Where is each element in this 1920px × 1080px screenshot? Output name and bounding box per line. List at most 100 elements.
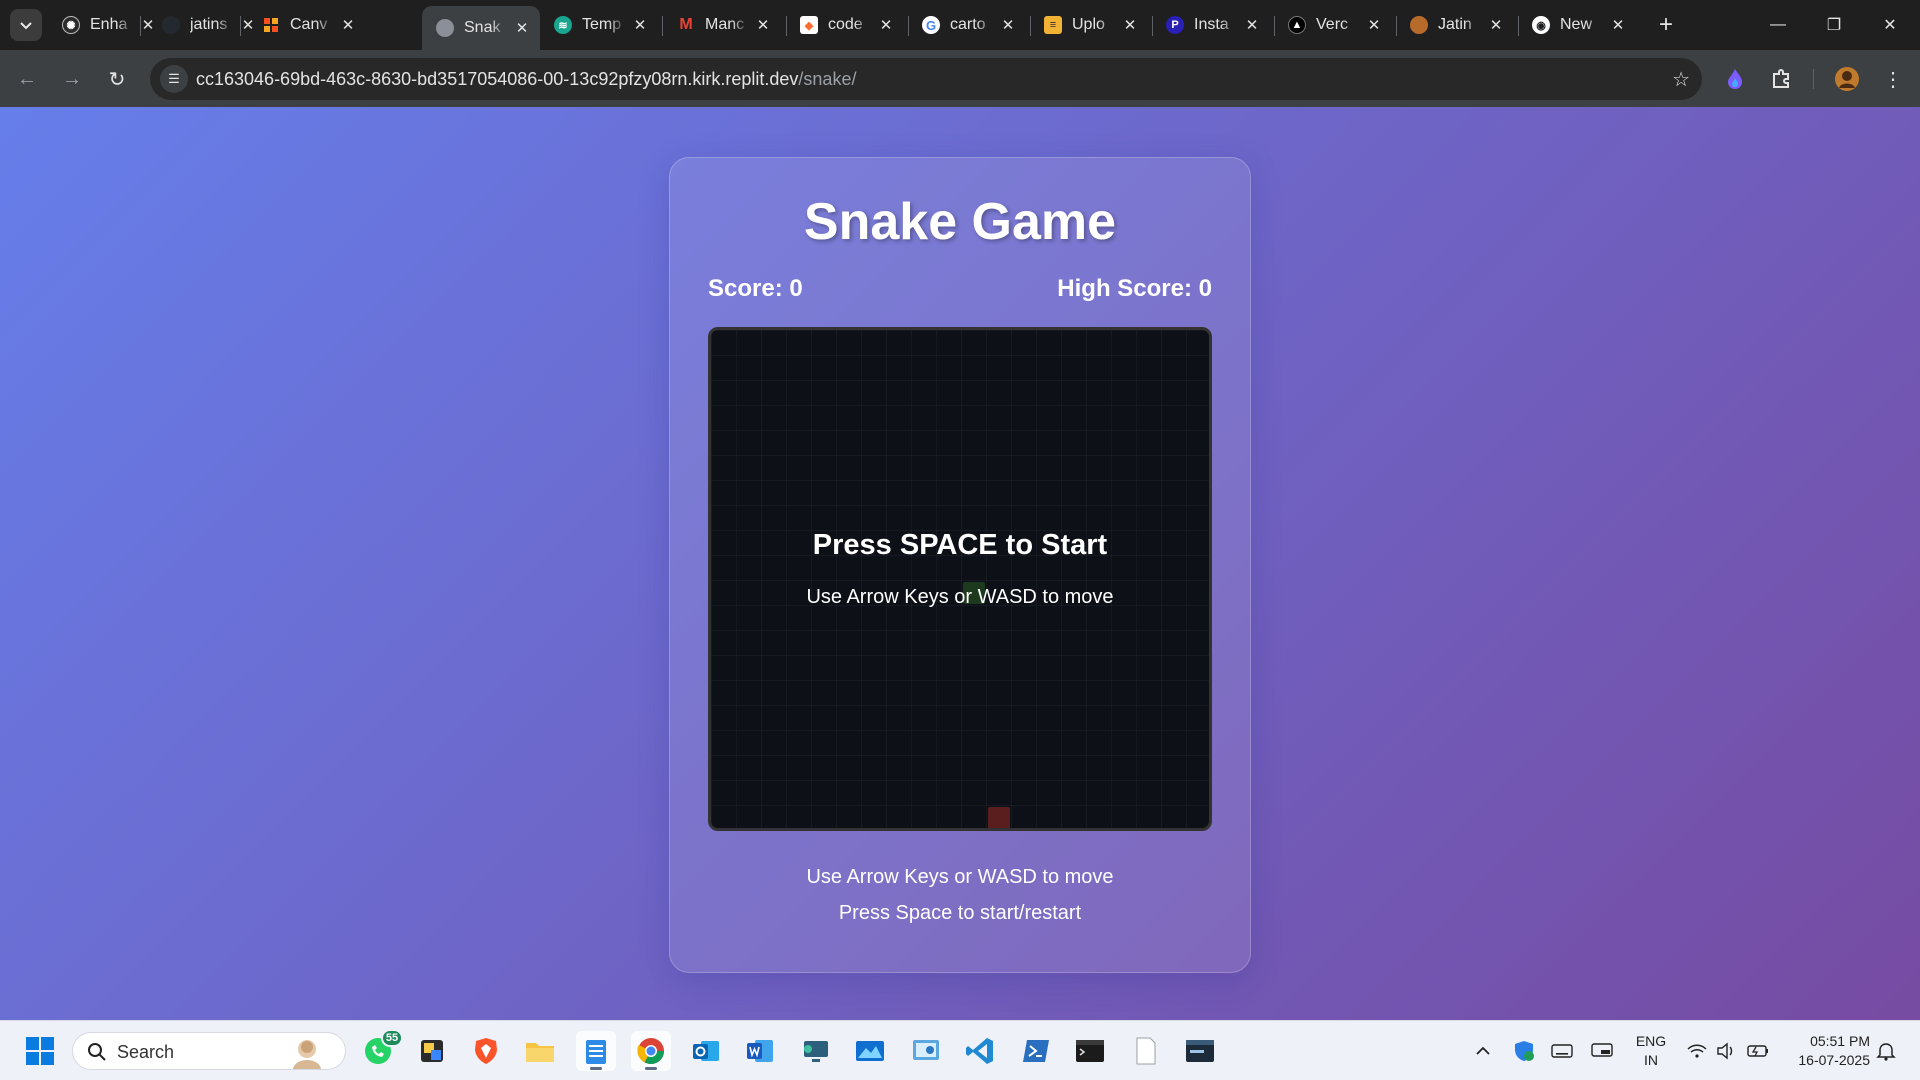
- close-icon[interactable]: ✕: [1120, 15, 1140, 35]
- database-console-icon: [1186, 1040, 1214, 1062]
- url-text[interactable]: cc163046-69bd-463c-8630-bd3517054086-00-…: [196, 69, 856, 90]
- openai-icon: ✺: [62, 16, 80, 34]
- close-icon[interactable]: ✕: [876, 15, 896, 35]
- close-icon[interactable]: ✕: [998, 15, 1018, 35]
- chevron-down-icon: [20, 22, 32, 30]
- minimize-icon: —: [1770, 16, 1786, 33]
- close-icon[interactable]: ✕: [1486, 15, 1506, 35]
- close-icon[interactable]: ✕: [753, 15, 773, 35]
- restore-button[interactable]: ❐: [1806, 0, 1862, 50]
- tab-3-active[interactable]: Snak ✕: [422, 6, 540, 50]
- taskbar-vscode[interactable]: [960, 1031, 1000, 1071]
- photo-app-icon: [421, 1040, 443, 1062]
- game-container: Snake Game Score: 0 High Score: 0 Press …: [669, 157, 1251, 973]
- display-icon[interactable]: [1588, 1037, 1616, 1065]
- search-highlight-illustration: [293, 1040, 321, 1069]
- vercel-icon: ▲: [1288, 16, 1306, 34]
- clock[interactable]: 05:51 PM 16-07-2025: [1780, 1032, 1870, 1070]
- taskbar-chrome[interactable]: [631, 1031, 671, 1071]
- taskbar-app-2[interactable]: [412, 1031, 452, 1071]
- globe-icon: [436, 19, 454, 37]
- volume-icon[interactable]: [1712, 1037, 1740, 1065]
- tab-7[interactable]: G carto ✕: [908, 8, 1026, 42]
- close-icon[interactable]: ✕: [338, 15, 358, 35]
- notification-badge: 55: [381, 1029, 403, 1047]
- language-indicator[interactable]: ENG IN: [1633, 1032, 1669, 1070]
- close-icon[interactable]: ✕: [630, 15, 650, 35]
- taskbar-blank-file[interactable]: [1126, 1031, 1166, 1071]
- tab-6[interactable]: ◆ code ✕: [786, 8, 904, 42]
- remote-desktop-icon: [804, 1041, 828, 1062]
- taskbar-app-10[interactable]: [850, 1031, 890, 1071]
- taskbar-search[interactable]: Search: [72, 1032, 346, 1070]
- p-icon: P: [1166, 16, 1184, 34]
- taskbar-mysql[interactable]: [1180, 1031, 1220, 1071]
- notepad-icon: [586, 1040, 606, 1064]
- windows-logo-icon: [26, 1037, 54, 1065]
- taskbar-word[interactable]: [740, 1031, 780, 1071]
- game-board[interactable]: Press SPACE to Start Use Arrow Keys or W…: [708, 327, 1212, 831]
- reload-button[interactable]: ↻: [100, 62, 134, 96]
- taskbar-powershell[interactable]: [1016, 1031, 1056, 1071]
- powershell-icon: [1023, 1040, 1049, 1062]
- upload-icon: ≡: [1044, 16, 1062, 34]
- site-info-icon[interactable]: ☰: [160, 65, 188, 93]
- bookmark-star-icon[interactable]: ☆: [1672, 67, 1690, 92]
- new-tab-button[interactable]: +: [1651, 10, 1681, 40]
- taskbar-whatsapp[interactable]: 55: [358, 1029, 403, 1071]
- tab-11[interactable]: Jatin ✕: [1396, 8, 1514, 42]
- high-score-display: High Score: 0: [1057, 275, 1212, 302]
- tab-12[interactable]: ◉ New ✕: [1518, 8, 1636, 42]
- tab-10[interactable]: ▲ Verc ✕: [1274, 8, 1392, 42]
- vscode-icon: [966, 1038, 993, 1064]
- arrow-left-icon: ←: [17, 67, 37, 90]
- extensions-puzzle-icon[interactable]: [1764, 62, 1798, 96]
- taskbar-file-explorer[interactable]: [520, 1031, 560, 1071]
- tab-5[interactable]: M Manc ✕: [663, 8, 781, 42]
- start-overlay-title: Press SPACE to Start: [812, 529, 1108, 561]
- back-button[interactable]: ←: [10, 62, 44, 96]
- tab-2[interactable]: Canv ✕: [248, 8, 366, 42]
- taskbar-terminal[interactable]: [1070, 1031, 1110, 1071]
- address-bar[interactable]: ☰ cc163046-69bd-463c-8630-bd3517054086-0…: [150, 58, 1702, 100]
- file-icon: [1136, 1037, 1156, 1065]
- control-panel-icon: [913, 1040, 939, 1060]
- food-item: [988, 807, 1010, 828]
- taskbar-brave[interactable]: [466, 1031, 506, 1071]
- close-icon[interactable]: ✕: [1242, 15, 1262, 35]
- tab-4[interactable]: ≋ Temp ✕: [540, 8, 658, 42]
- chevron-up-icon[interactable]: [1469, 1037, 1497, 1065]
- taskbar-app-11[interactable]: [906, 1031, 946, 1071]
- forward-button[interactable]: →: [55, 62, 89, 96]
- score-display: Score: 0: [708, 275, 803, 302]
- taskbar-notepad[interactable]: [576, 1031, 616, 1071]
- close-window-button[interactable]: ✕: [1862, 0, 1918, 50]
- minimize-button[interactable]: —: [1750, 0, 1806, 50]
- profile-avatar[interactable]: [1830, 62, 1864, 96]
- close-icon[interactable]: ✕: [1608, 15, 1628, 35]
- start-button[interactable]: [20, 1031, 60, 1071]
- gmail-icon: M: [679, 16, 693, 33]
- folder-icon: [526, 1043, 554, 1062]
- code-icon: ◆: [800, 16, 818, 34]
- wifi-icon[interactable]: [1683, 1037, 1711, 1065]
- page-background: Snake Game Score: 0 High Score: 0 Press …: [0, 107, 1920, 1020]
- tab-search-button[interactable]: [10, 9, 42, 41]
- canva-icon: [262, 16, 280, 34]
- close-icon[interactable]: ✕: [1364, 15, 1384, 35]
- terminal-icon: [1076, 1040, 1104, 1062]
- plus-icon: +: [1658, 11, 1673, 38]
- taskbar-app-9[interactable]: [796, 1031, 836, 1071]
- battery-icon[interactable]: [1744, 1037, 1772, 1065]
- tab-8[interactable]: ≡ Uplo ✕: [1030, 8, 1148, 42]
- extension-flame-icon[interactable]: [1718, 62, 1752, 96]
- start-overlay-subtitle: Use Arrow Keys or WASD to move: [806, 586, 1114, 608]
- shield-icon[interactable]: [1510, 1037, 1538, 1065]
- close-icon[interactable]: ✕: [512, 18, 532, 38]
- taskbar-outlook[interactable]: [686, 1031, 726, 1071]
- tab-9[interactable]: P Insta ✕: [1152, 8, 1270, 42]
- menu-kebab-icon[interactable]: ⋮: [1876, 62, 1910, 96]
- keyboard-icon[interactable]: [1548, 1037, 1576, 1065]
- instruction-start: Press Space to start/restart: [838, 902, 1082, 924]
- notification-bell-icon[interactable]: [1872, 1037, 1900, 1065]
